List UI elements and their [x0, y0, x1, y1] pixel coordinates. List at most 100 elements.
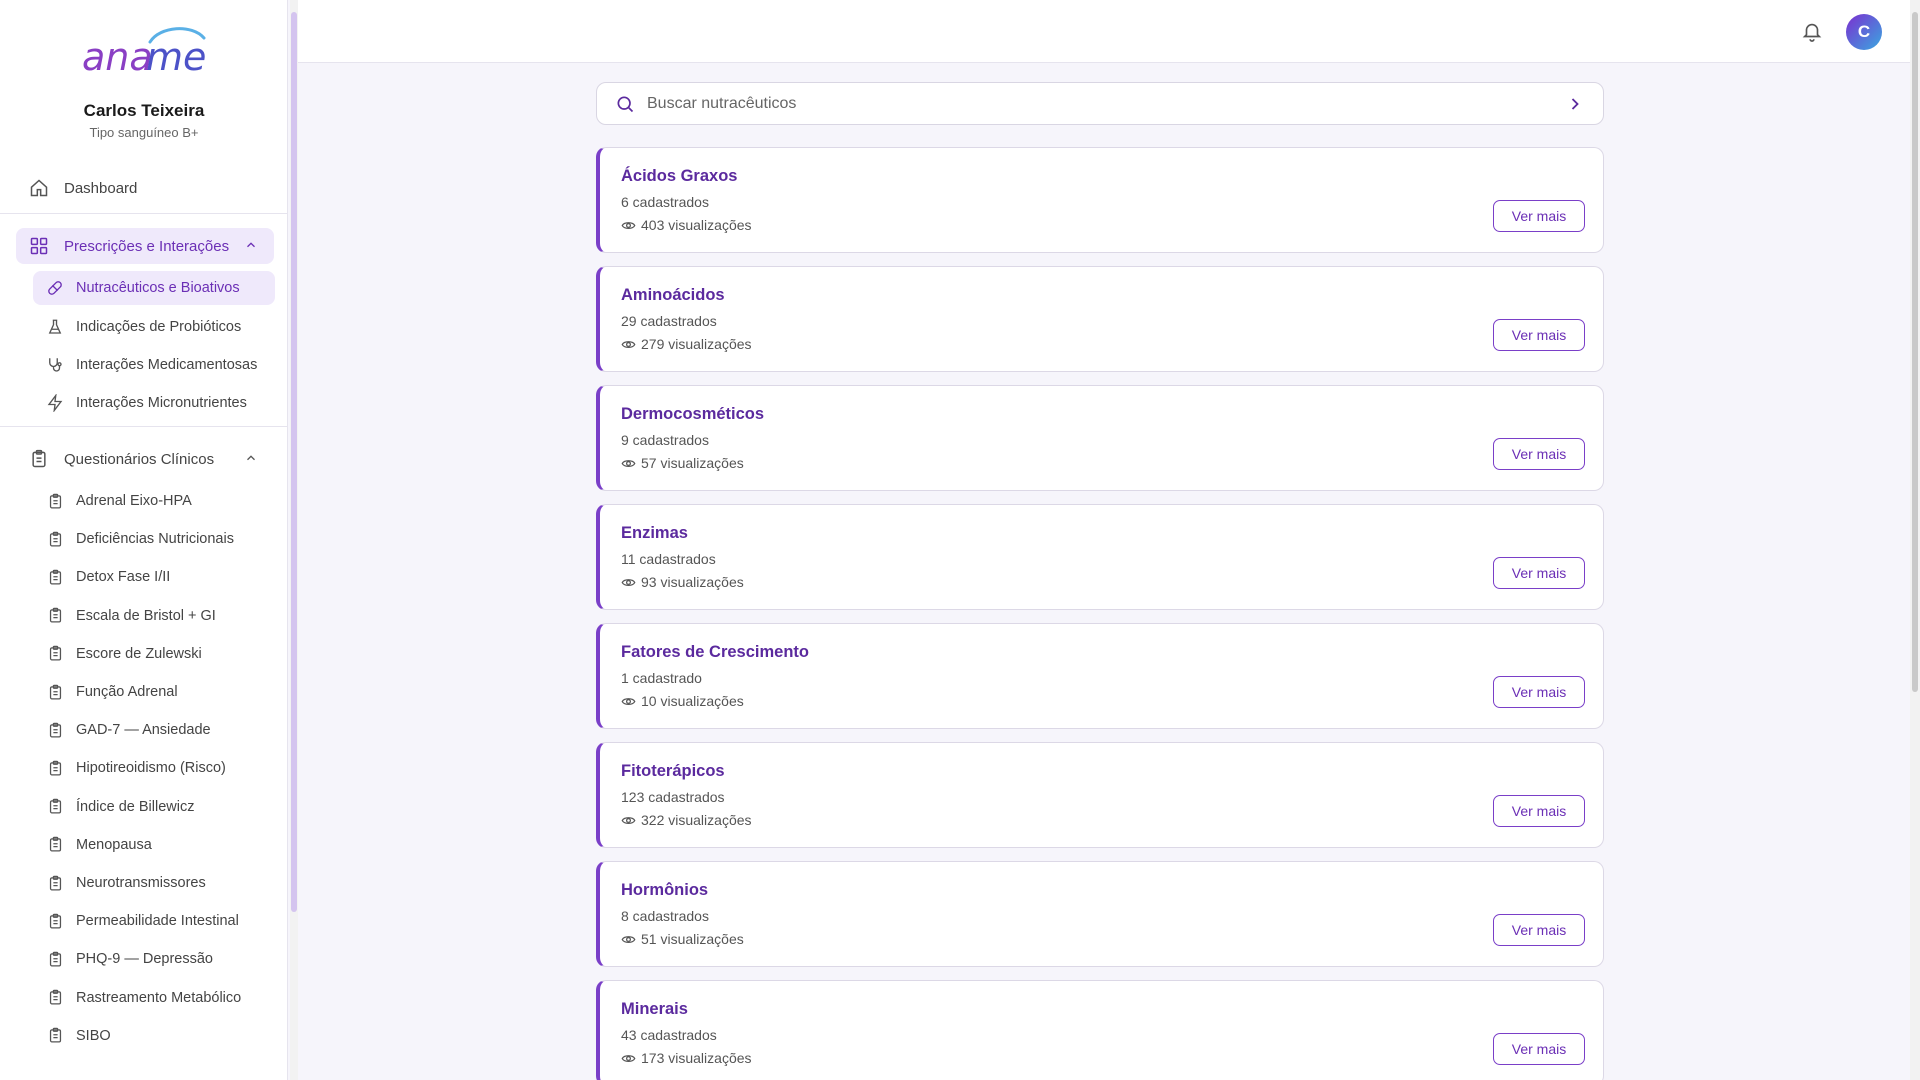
search-bar [596, 82, 1604, 125]
user-name: Carlos Teixeira [83, 101, 205, 120]
sidebar-item-nutraceuticos[interactable]: Nutracêuticos e Bioativos [33, 271, 275, 305]
sidebar-item-label: Questionários Clínicos [64, 450, 215, 468]
stethoscope-icon [45, 355, 65, 375]
ver-mais-button[interactable]: Ver mais [1493, 676, 1585, 708]
chevron-right-icon[interactable] [1565, 94, 1585, 114]
ver-mais-button[interactable]: Ver mais [1493, 438, 1585, 470]
sidebar-item-interacoes-medicamentosas[interactable]: Interações Medicamentosas [33, 348, 275, 382]
user-blood-type: Tipo sanguíneo B+ [89, 125, 199, 140]
svg-text:me: me [146, 35, 206, 79]
card-views: 173 visualizações [621, 1050, 752, 1066]
ver-mais-button[interactable]: Ver mais [1493, 200, 1585, 232]
clipboard-icon [45, 567, 65, 587]
search-icon [617, 96, 634, 112]
main-scrollbar[interactable] [1910, 0, 1920, 1080]
card-views-text: 403 visualizações [641, 217, 752, 233]
sidebar-item-questionario[interactable]: Adrenal Eixo-HPA [33, 484, 275, 518]
sidebar-item-label: Dashboard [64, 179, 138, 197]
card-views: 57 visualizações [621, 455, 744, 471]
card-views-text: 51 visualizações [641, 931, 744, 947]
clipboard-icon [45, 720, 65, 740]
clipboard-icon [45, 682, 65, 702]
sidebar-item-interacoes-micronutrientes[interactable]: Interações Micronutrientes [33, 386, 275, 420]
sidebar-item-label: Nutracêuticos e Bioativos [76, 280, 240, 296]
divider [0, 426, 287, 427]
sidebar-scrollbar-thumb[interactable] [291, 12, 297, 912]
clipboard-icon [45, 758, 65, 778]
eye-icon [621, 459, 636, 467]
sidebar-item-questionario[interactable]: Permeabilidade Intestinal [33, 904, 275, 938]
sidebar-item-questionario[interactable]: Função Adrenal [33, 675, 275, 709]
ver-mais-button[interactable]: Ver mais [1493, 795, 1585, 827]
category-card: Dermocosméticos 9 cadastrados 57 visualiza… [596, 385, 1604, 491]
card-views: 51 visualizações [621, 931, 744, 947]
card-title: Dermocosméticos [621, 405, 765, 423]
ver-mais-button[interactable]: Ver mais [1493, 319, 1585, 351]
clipboard-icon [45, 797, 65, 817]
ver-mais-button[interactable]: Ver mais [1493, 1033, 1585, 1065]
sidebar-item-questionario[interactable]: Hipotireoidismo (Risco) [33, 751, 275, 785]
sidebar-group-prescricoes[interactable]: Prescrições e Interações [16, 228, 274, 264]
divider [0, 213, 287, 214]
clipboard-icon [45, 529, 65, 549]
sidebar-item-label: Detox Fase I/II [76, 569, 171, 586]
sidebar-item-questionario[interactable]: Deficiências Nutricionais [33, 522, 275, 556]
card-views: 322 visualizações [621, 812, 752, 828]
clipboard-icon [45, 949, 65, 969]
sidebar-item-label: Rastreamento Metabólico [76, 989, 242, 1006]
sidebar-item-questionario[interactable]: Menopausa [33, 828, 275, 862]
ver-mais-button[interactable]: Ver mais [1493, 557, 1585, 589]
clipboard-icon [45, 873, 65, 893]
sidebar-item-questionario[interactable]: Neurotransmissores [33, 866, 275, 900]
sidebar-item-questionario[interactable]: GAD-7 — Ansiedade [33, 713, 275, 747]
eye-icon [621, 578, 636, 586]
category-card: Minerais 43 cadastrados 173 visualizações V… [596, 980, 1604, 1080]
card-count: 1 cadastrado [621, 670, 702, 686]
category-card: Enzimas 11 cadastrados 93 visualizações Ver… [596, 504, 1604, 610]
sidebar-item-questionario[interactable]: PHQ-9 — Depressão [33, 942, 275, 976]
clipboard-icon [28, 448, 50, 470]
sidebar-group-questionarios[interactable]: Questionários Clínicos [16, 441, 274, 477]
card-views-text: 10 visualizações [641, 693, 744, 709]
main-scrollbar-thumb[interactable] [1912, 12, 1918, 692]
eye-icon [621, 935, 636, 943]
sidebar-item-label: PHQ-9 — Depressão [76, 951, 213, 968]
ver-mais-button[interactable]: Ver mais [1493, 914, 1585, 946]
aname-logo: ana me [82, 27, 206, 79]
bolt-icon [45, 393, 65, 413]
card-count: 29 cadastrados [621, 313, 717, 329]
sidebar: ana me Carlos Teixeira Tipo sanguíneo B+… [0, 0, 288, 1080]
sidebar-item-probioticos[interactable]: Indicações de Probióticos [33, 310, 275, 344]
card-count: 123 cadastrados [621, 789, 725, 805]
card-title: Enzimas [621, 524, 688, 542]
sidebar-item-label: Permeabilidade Intestinal [76, 913, 239, 930]
sidebar-item-questionario[interactable]: Escore de Zulewski [33, 637, 275, 671]
sidebar-item-label: Prescrições e Interações [64, 237, 230, 255]
category-card: Hormônios 8 cadastrados 51 visualizações Ve… [596, 861, 1604, 967]
card-views-text: 322 visualizações [641, 812, 752, 828]
sidebar-item-label: Escala de Bristol + GI [76, 607, 216, 624]
clipboard-icon [45, 988, 65, 1008]
category-card: Ácidos Graxos 6 cadastrados 403 visualizaç… [596, 147, 1604, 253]
bell-icon[interactable] [1801, 20, 1823, 42]
sidebar-scrollbar[interactable] [290, 0, 298, 1080]
avatar[interactable]: C [1846, 14, 1882, 50]
flask-icon [45, 317, 65, 337]
search-input[interactable] [647, 94, 1565, 113]
sidebar-item-questionario[interactable]: SIBO [33, 1019, 275, 1053]
sidebar-item-label: Interações Micronutrientes [76, 395, 247, 411]
card-views-text: 279 visualizações [641, 336, 752, 352]
card-count: 43 cadastrados [621, 1027, 717, 1043]
sidebar-item-questionario[interactable]: Rastreamento Metabólico [33, 981, 275, 1015]
card-views-text: 57 visualizações [641, 455, 744, 471]
sidebar-item-questionario[interactable]: Detox Fase I/II [33, 560, 275, 594]
category-card: Aminoácidos 29 cadastrados 279 visualizaçõ… [596, 266, 1604, 372]
sidebar-item-dashboard[interactable]: Dashboard [16, 170, 274, 206]
sidebar-item-questionario[interactable]: Índice de Billewicz [33, 790, 275, 824]
card-title: Fitoterápicos [621, 762, 725, 780]
svg-text:ana: ana [82, 35, 153, 79]
home-icon [28, 177, 50, 199]
sidebar-item-label: Escore de Zulewski [76, 645, 202, 662]
eye-icon [621, 221, 636, 229]
sidebar-item-questionario[interactable]: Escala de Bristol + GI [33, 599, 275, 633]
